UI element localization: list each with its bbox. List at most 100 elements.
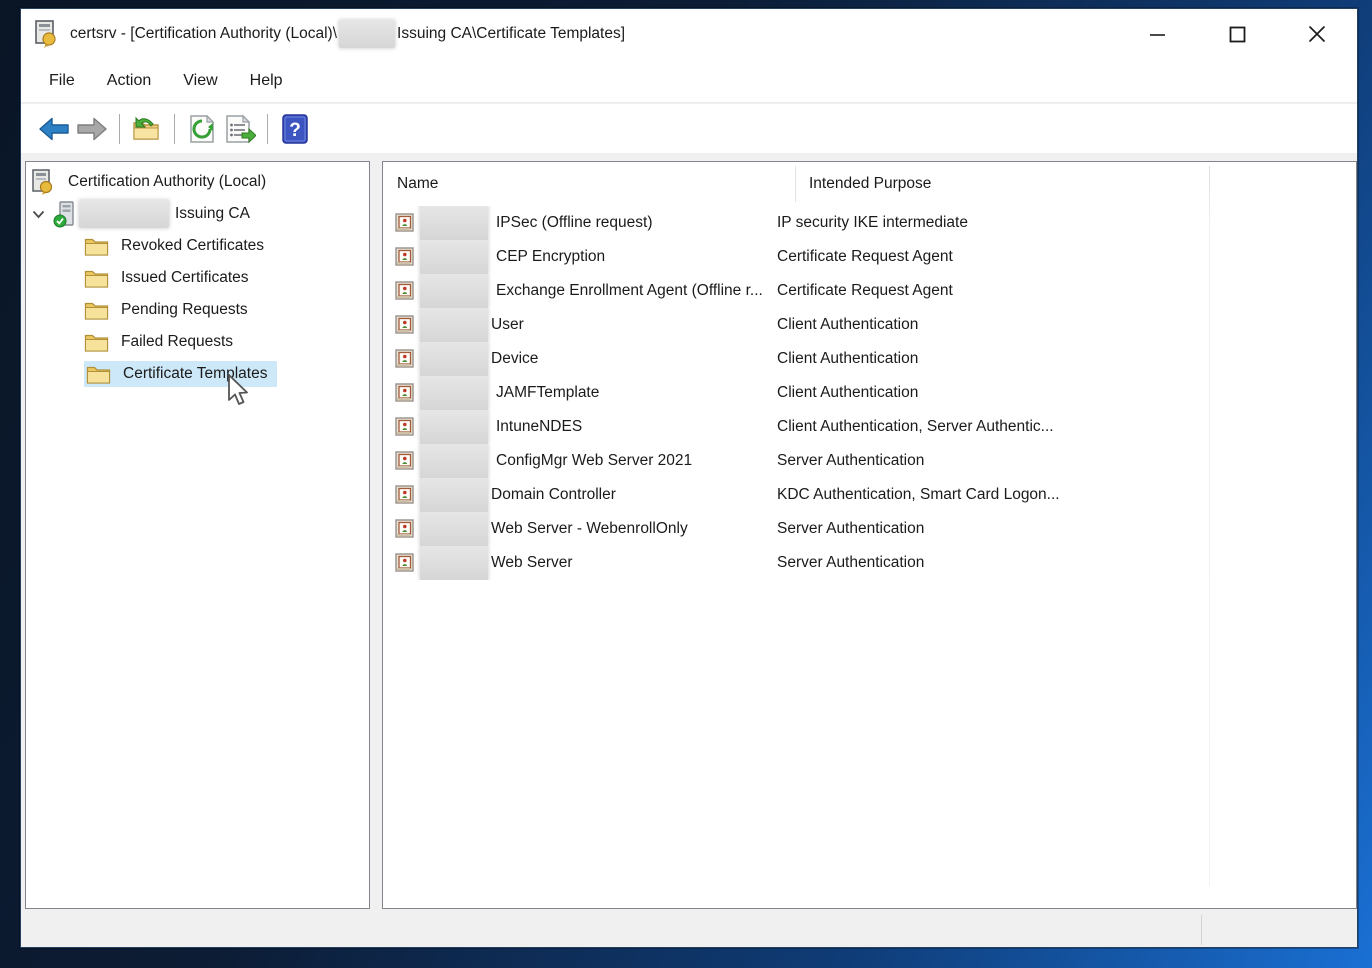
certificate-template-icon [395,349,415,369]
mouse-cursor [226,374,252,410]
template-name: IPSec (Offline request) [496,214,653,232]
template-row[interactable]: IPSec (Offline request) IP security IKE … [383,206,1356,240]
minimize-icon [1149,26,1166,43]
refresh-button[interactable] [183,111,221,147]
template-purpose: Certificate Request Agent [763,282,953,300]
status-bar-divider [1201,915,1202,945]
tree-item-failed-requests[interactable]: Failed Requests [26,326,369,358]
redacted-text [420,342,488,376]
redacted-text [420,240,488,274]
export-list-icon [224,114,256,144]
status-bar [21,913,1357,947]
title-bar[interactable]: certsrv - [Certification Authority (Loca… [21,9,1357,59]
column-divider[interactable] [795,166,796,202]
redacted-text [420,512,488,546]
close-icon [1308,25,1326,43]
redacted-text [420,308,488,342]
tree-node-issuing-ca[interactable]: Issuing CA [26,198,369,230]
list-header: Name Intended Purpose [383,162,1356,206]
template-row[interactable]: IntuneNDES Client Authentication, Server… [383,410,1356,444]
tree-item-revoked-certificates[interactable]: Revoked Certificates [26,230,369,262]
tree-root-label: Certification Authority (Local) [64,171,270,193]
refresh-icon [187,114,217,144]
certificate-template-icon [395,417,415,437]
certificate-template-icon [395,315,415,335]
forward-button[interactable] [73,111,111,147]
template-name: Domain Controller [491,486,616,504]
template-name: CEP Encryption [496,248,605,266]
tree-root-certification-authority[interactable]: Certification Authority (Local) [26,166,369,198]
template-name: User [491,316,524,334]
tree-node-label: Issuing CA [171,203,254,225]
redacted-text [420,206,488,240]
tree-item-label: Revoked Certificates [117,235,268,257]
certificate-template-icon [395,553,415,573]
template-row[interactable]: User Client Authentication [383,308,1356,342]
tree-item-certificate-templates[interactable]: Certificate Templates [26,358,369,390]
redacted-text [420,274,488,308]
toolbar-separator [174,114,175,144]
column-divider[interactable] [1209,166,1210,886]
maximize-button[interactable] [1197,9,1277,59]
tree-item-issued-certificates[interactable]: Issued Certificates [26,262,369,294]
template-name: Web Server [491,554,573,572]
redacted-text [79,200,169,228]
template-row[interactable]: Web Server - WebenrollOnly Server Authen… [383,512,1356,546]
redacted-text [339,20,395,48]
help-button[interactable]: ? [276,111,314,147]
template-purpose: Server Authentication [763,452,924,470]
template-row[interactable]: Device Client Authentication [383,342,1356,376]
tree-item-label: Pending Requests [117,299,252,321]
template-name: Web Server - WebenrollOnly [491,520,688,538]
template-row[interactable]: Domain Controller KDC Authentication, Sm… [383,478,1356,512]
help-icon: ? [282,114,308,144]
toolbar: ? [21,104,1357,153]
template-purpose: KDC Authentication, Smart Card Logon... [763,486,1060,504]
back-button[interactable] [35,111,73,147]
menu-item-help[interactable]: Help [234,66,299,96]
template-purpose: Client Authentication [763,316,918,334]
certificate-template-icon [395,247,415,267]
template-purpose: Client Authentication [763,350,918,368]
template-purpose: Server Authentication [763,520,924,538]
certsrv-window: certsrv - [Certification Authority (Loca… [20,8,1358,948]
folder-icon [84,332,109,353]
template-row[interactable]: JAMFTemplate Client Authentication [383,376,1356,410]
folder-icon [84,300,109,321]
certificate-template-icon [395,213,415,233]
close-button[interactable] [1277,9,1357,59]
template-purpose: IP security IKE intermediate [763,214,968,232]
svg-text:?: ? [289,120,301,141]
template-purpose: Client Authentication [763,384,918,402]
folder-icon [84,236,109,257]
toolbar-separator [267,114,268,144]
menu-item-view[interactable]: View [167,66,233,96]
menu-item-file[interactable]: File [33,66,91,96]
template-row[interactable]: CEP Encryption Certificate Request Agent [383,240,1356,274]
template-name: JAMFTemplate [496,384,599,402]
folder-icon [84,268,109,289]
templates-list-pane: Name Intended Purpose IPSec (Offline [382,161,1357,909]
minimize-button[interactable] [1117,9,1197,59]
back-icon [38,116,70,142]
certsrv-app-icon[interactable] [33,20,59,48]
tree-item-pending-requests[interactable]: Pending Requests [26,294,369,326]
certificate-template-icon [395,451,415,471]
chevron-down-icon[interactable] [30,210,46,219]
export-list-button[interactable] [221,111,259,147]
redacted-text [420,478,488,512]
folder-icon [86,364,111,385]
show-hide-console-tree-button[interactable] [128,111,166,147]
column-header-intended-purpose[interactable]: Intended Purpose [795,175,1209,193]
redacted-text [420,444,488,478]
tree-item-label: Failed Requests [117,331,237,353]
redacted-text [420,546,488,580]
column-header-name[interactable]: Name [383,175,795,193]
toolbar-separator [119,114,120,144]
template-row[interactable]: Web Server Server Authentication [383,546,1356,580]
menu-item-action[interactable]: Action [91,66,167,96]
certificate-template-icon [395,519,415,539]
template-row[interactable]: ConfigMgr Web Server 2021 Server Authent… [383,444,1356,478]
template-row[interactable]: Exchange Enrollment Agent (Offline r... … [383,274,1356,308]
ca-server-icon [53,201,77,228]
